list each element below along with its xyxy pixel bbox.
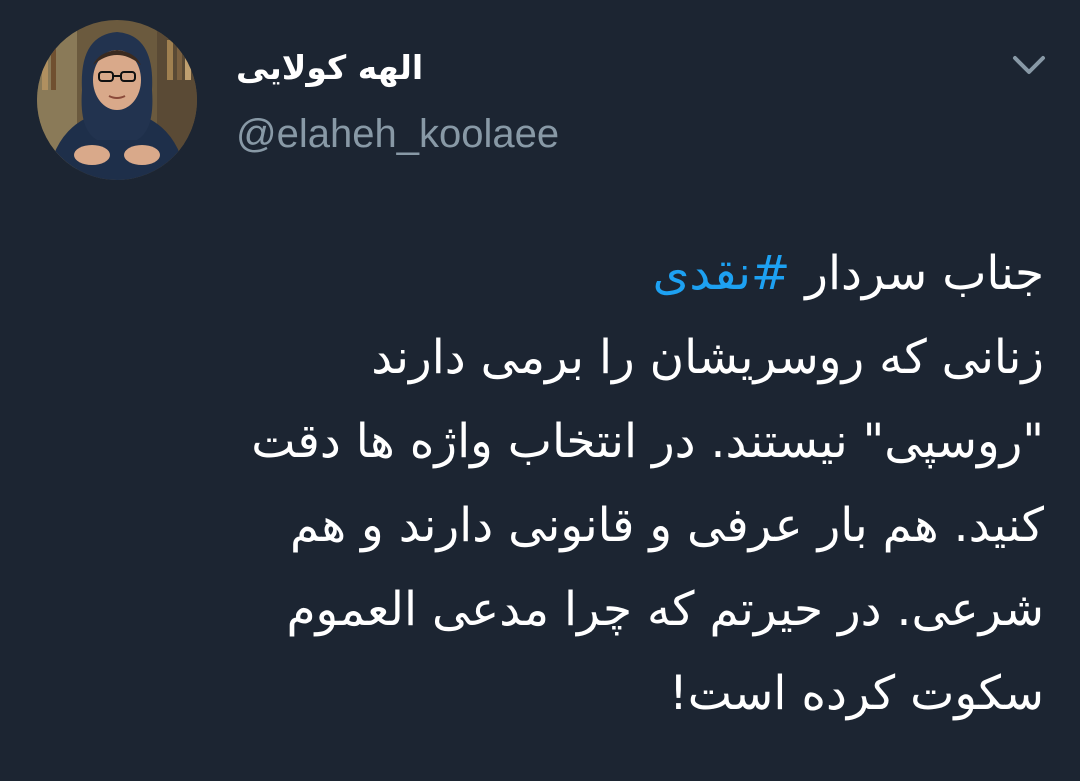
tweet-line: کنید. هم بار عرفی و قانونی دارند و هم <box>290 498 1044 553</box>
tweet-line: جناب سردار #نقدی <box>44 232 1044 316</box>
tweet-line: زنانی که روسریشان را برمی دارند <box>371 330 1044 385</box>
tweet-line: "روسپی" نیستند. در انتخاب واژه ها دقت <box>251 414 1044 469</box>
user-handle[interactable]: @elaheh_koolaee <box>236 110 559 158</box>
avatar-photo <box>37 20 197 180</box>
tweet-text: جناب سردار #نقدی زنانی که روسریشان را بر… <box>44 232 1044 736</box>
display-name[interactable]: الهه کولایی <box>236 42 423 94</box>
tweet-card: الهه کولایی @elaheh_koolaee جناب سردار #… <box>0 0 1080 781</box>
hashtag-link[interactable]: #نقدی <box>653 246 791 301</box>
tweet-line-text: جناب سردار <box>790 246 1044 301</box>
tweet-line: شرعی. در حیرتم که چرا مدعی العموم <box>286 582 1044 637</box>
tweet-line: سکوت کرده است! <box>668 666 1044 721</box>
avatar[interactable] <box>37 20 197 180</box>
chevron-down-icon[interactable] <box>1009 50 1049 80</box>
